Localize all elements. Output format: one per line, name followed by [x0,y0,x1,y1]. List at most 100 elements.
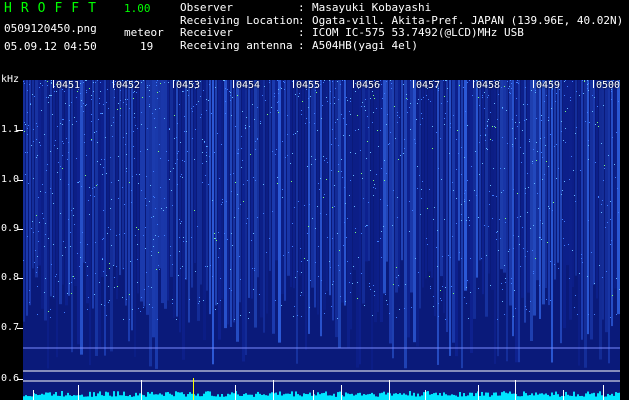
spectrum-speck [484,225,485,226]
signal-bar [321,393,323,400]
spectrum-speck [195,129,196,130]
spectrum-speck [69,105,70,106]
spectrum-speck [567,108,568,109]
spectrum-speck [98,119,99,120]
spectrum-speck [315,228,316,229]
spectrum-speck [202,163,203,164]
signal-bar [203,393,205,400]
spectrum-speck [118,103,119,104]
spectrum-speck [133,146,134,147]
spectrum-speck [550,300,551,301]
spectrum-speck [39,87,40,88]
signal-bar [247,394,249,400]
spectrum-speck [255,141,256,142]
signal-bar [31,396,33,400]
spectrum-speck [567,86,568,87]
spectrum-speck [130,261,131,262]
spectrum-speck [100,164,101,165]
signal-bar [293,396,295,400]
spectrum-speck [154,118,155,119]
spectrum-speck [220,278,221,279]
spectrum-speck [338,171,339,172]
spectrum-speck [456,169,457,170]
spectrum-speck [502,289,503,290]
signal-bar [499,395,501,400]
spectrum-stripe [125,80,127,306]
signal-bar [593,392,595,400]
signal-bar [107,392,109,400]
spectrum-stripe [449,80,451,356]
spectrum-speck [211,113,212,114]
spectrum-speck [349,111,350,112]
file-datetime: 05.09.12 04:50 [4,40,97,53]
spectrum-speck [189,299,190,300]
signal-bar [417,393,419,400]
spectrum-speck [29,84,30,85]
spectrum-speck [100,113,101,114]
spectrum-speck [101,304,102,305]
spectrum-speck [380,80,381,81]
spectrum-speck [429,189,430,190]
spectrum-speck [492,218,493,219]
signal-bar [309,392,311,400]
time-label: 0453 [176,80,201,91]
spectrum-speck [365,99,366,100]
spectrum-speck [365,226,366,227]
spectrum-speck [456,198,457,199]
spectrum-speck [326,214,327,215]
spectrum-speck [337,233,338,234]
spectrum-speck [253,289,254,290]
spectrum-speck [89,88,90,89]
spectrum-speck [77,253,78,254]
spectrum-speck [449,153,450,154]
spectrum-speck [323,197,324,198]
spectrum-speck [496,232,497,233]
spectrum-speck [386,173,387,174]
spectrum-speck [384,93,385,94]
spectrum-speck [238,208,239,209]
time-label: 0458 [476,80,501,91]
time-tick [173,80,174,88]
signal-bar [399,393,401,400]
spectrum-speck [68,142,69,143]
spectrum-speck [27,128,28,129]
spectrum-stripe [512,80,514,337]
spectrum-speck [230,174,231,175]
spectrum-speck [575,201,576,202]
spectrum-speck [587,80,588,81]
signal-bar [537,394,539,400]
spectrum-stripe [560,80,562,344]
info-key: Receiver [180,26,233,39]
signal-bar [543,394,545,400]
spectrum-speck [400,155,401,156]
spectrum-speck [155,208,156,209]
time-label: 0455 [296,80,321,91]
spectrum-stripe [104,80,106,356]
spectrum-speck [239,256,240,257]
spectrum-speck [415,143,416,144]
spectrum-speck [564,81,565,82]
spectrum-speck [151,287,152,288]
spectrum-speck [350,273,351,274]
spectrum-speck [257,138,258,139]
signal-bar [181,392,183,400]
spectrum-speck [541,239,542,240]
spectrum-speck [322,105,323,106]
signal-bar [529,395,531,400]
spectrum-speck [469,220,470,221]
spectrum-speck [341,159,342,160]
spectrum-speck [160,158,161,159]
signal-bar [513,393,515,400]
spectrum-speck [509,249,510,250]
spectrum-stripe [137,80,139,294]
spectrum-speck [104,305,105,306]
spectrum-speck [421,99,422,100]
spectrum-speck [511,88,512,89]
spectrum-speck [349,195,350,196]
spectrum-speck [214,238,215,239]
spectrum-speck [334,97,335,98]
spectrum-speck [206,99,207,100]
signal-bar [69,395,71,400]
spectrum-stripe [131,80,133,331]
spectrum-speck [157,80,158,81]
